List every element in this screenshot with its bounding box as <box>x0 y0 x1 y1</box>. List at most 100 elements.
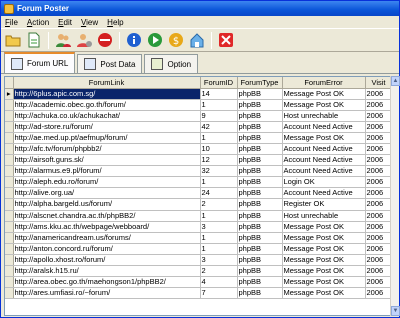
forum-type-cell[interactable]: phpBB <box>237 143 283 156</box>
dollar-icon[interactable]: $ <box>167 32 184 49</box>
visit-cell[interactable]: 2006 <box>365 121 391 133</box>
column-header-forumid[interactable]: ForumID <box>200 77 238 89</box>
visit-cell[interactable]: 2006 <box>365 243 391 255</box>
forum-error-cell[interactable]: Message Post OK <box>282 243 366 255</box>
forum-error-cell[interactable]: Host unrechable <box>282 210 366 222</box>
forum-id-cell[interactable]: 42 <box>200 121 238 133</box>
forum-error-cell[interactable]: Account Need Active <box>282 121 366 133</box>
visit-cell[interactable]: 2006 <box>365 210 391 222</box>
row-indicator[interactable] <box>5 221 14 233</box>
users-icon[interactable] <box>54 32 71 49</box>
table-row[interactable]: ▸ http://6plus.apic.com.sg/14 phpBB Message… <box>5 88 391 100</box>
forum-link-cell[interactable]: http://achuka.co.uk/achukachat/ <box>13 110 201 122</box>
visit-cell[interactable]: 2006 <box>365 276 391 289</box>
visit-cell[interactable]: 2006 <box>365 99 391 111</box>
forum-type-cell[interactable]: phpBB <box>237 110 283 122</box>
row-indicator[interactable] <box>5 276 14 289</box>
forum-error-cell[interactable]: Account Need Active <box>282 143 366 156</box>
forum-error-cell[interactable]: Message Post OK <box>282 254 366 267</box>
row-indicator[interactable] <box>5 254 14 267</box>
forum-type-cell[interactable]: phpBB <box>237 287 283 300</box>
row-indicator[interactable] <box>5 287 14 300</box>
forum-link-cell[interactable]: http://apollo.xhost.ro/forum/ <box>13 254 201 267</box>
forum-link-cell[interactable]: http://ad-store.ru/forum/ <box>13 121 201 133</box>
row-indicator[interactable] <box>5 99 14 111</box>
forum-id-cell[interactable]: 1 <box>200 232 238 244</box>
forum-error-cell[interactable]: Message Post OK <box>282 265 366 278</box>
tab-option[interactable]: Option <box>144 54 199 73</box>
visit-cell[interactable]: 2006 <box>365 165 391 178</box>
forum-link-cell[interactable]: http://area.obec.go.th/maehongson1/phpBB… <box>13 276 201 289</box>
play-icon[interactable] <box>146 32 163 49</box>
forum-id-cell[interactable]: 10 <box>200 143 238 156</box>
row-indicator[interactable] <box>5 154 14 167</box>
forum-link-cell[interactable]: http://anamericandream.us/forums/ <box>13 232 201 244</box>
row-indicator[interactable]: ▸ <box>5 88 14 100</box>
table-row[interactable]: http://alpha.bargeld.us/forum/2 phpBB Regi… <box>5 198 391 211</box>
forum-link-cell[interactable]: http://ams.kku.ac.th/webpage/webboard/ <box>13 221 201 233</box>
scroll-down-button[interactable]: ▼ <box>391 306 400 316</box>
forum-id-cell[interactable]: 9 <box>200 110 238 122</box>
visit-cell[interactable]: 2006 <box>365 198 391 211</box>
info-icon[interactable] <box>125 32 142 49</box>
table-row[interactable]: http://aleph.edu.ro/forum/1 phpBB Login OK… <box>5 176 391 189</box>
forum-link-cell[interactable]: http://ares.umfiasi.ro/~forum/ <box>13 287 201 300</box>
user-settings-icon[interactable] <box>75 32 92 49</box>
forum-type-cell[interactable]: phpBB <box>237 210 283 222</box>
visit-cell[interactable]: 2006 <box>365 88 391 100</box>
forum-type-cell[interactable]: phpBB <box>237 121 283 133</box>
forum-error-cell[interactable]: Message Post OK <box>282 88 366 100</box>
forum-link-cell[interactable]: http://afc.tv/forum/phpbb2/ <box>13 143 201 156</box>
forum-error-cell[interactable]: Host unrechable <box>282 110 366 122</box>
forum-id-cell[interactable]: 1 <box>200 210 238 222</box>
table-row[interactable]: http://aralsk.h15.ru/2 phpBB Message Post … <box>5 265 391 278</box>
forum-link-cell[interactable]: http://anton.concord.ru/forum/ <box>13 243 201 255</box>
forum-type-cell[interactable]: phpBB <box>237 154 283 167</box>
row-indicator[interactable] <box>5 143 14 156</box>
row-indicator[interactable] <box>5 176 14 189</box>
menu-view[interactable]: View <box>81 18 98 27</box>
visit-cell[interactable]: 2006 <box>365 265 391 278</box>
forum-id-cell[interactable]: 24 <box>200 187 238 200</box>
forum-id-cell[interactable]: 1 <box>200 176 238 189</box>
forum-type-cell[interactable]: phpBB <box>237 254 283 267</box>
visit-cell[interactable]: 2006 <box>365 176 391 189</box>
table-row[interactable]: http://anamericandream.us/forums/1 phpBB M… <box>5 232 391 244</box>
table-row[interactable]: http://area.obec.go.th/maehongson1/phpBB… <box>5 276 391 289</box>
forum-error-cell[interactable]: Login OK <box>282 176 366 189</box>
forum-type-cell[interactable]: phpBB <box>237 232 283 244</box>
visit-cell[interactable]: 2006 <box>365 110 391 122</box>
table-row[interactable]: http://alarmus.e9.pl/forum/32 phpBB Accoun… <box>5 165 391 178</box>
title-bar[interactable]: Forum Poster <box>1 1 399 16</box>
table-row[interactable]: http://alscnet.chandra.ac.th/phpBB2/1 php… <box>5 210 391 222</box>
forum-id-cell[interactable]: 1 <box>200 99 238 111</box>
forum-error-cell[interactable]: Account Need Active <box>282 187 366 200</box>
forum-link-cell[interactable]: http://airsoft.guns.sk/ <box>13 154 201 167</box>
forum-link-cell[interactable]: http://aralsk.h15.ru/ <box>13 265 201 278</box>
forum-link-cell[interactable]: http://academic.obec.go.th/forum/ <box>13 99 201 111</box>
forum-id-cell[interactable]: 7 <box>200 287 238 300</box>
forum-link-cell[interactable]: http://aleph.edu.ro/forum/ <box>13 176 201 189</box>
forum-type-cell[interactable]: phpBB <box>237 243 283 255</box>
forum-error-cell[interactable]: Message Post OK <box>282 232 366 244</box>
new-document-icon[interactable] <box>25 32 42 49</box>
vertical-scrollbar[interactable]: ▲ ▼ <box>390 76 400 316</box>
forum-id-cell[interactable]: 2 <box>200 198 238 211</box>
table-row[interactable]: http://ad-store.ru/forum/42 phpBB Account … <box>5 121 391 133</box>
visit-cell[interactable]: 2006 <box>365 132 391 144</box>
forum-link-cell[interactable]: http://alscnet.chandra.ac.th/phpBB2/ <box>13 210 201 222</box>
forum-error-cell[interactable]: Account Need Active <box>282 154 366 167</box>
close-icon[interactable] <box>217 32 234 49</box>
visit-cell[interactable]: 2006 <box>365 232 391 244</box>
forum-error-cell[interactable]: Message Post OK <box>282 99 366 111</box>
forum-type-cell[interactable]: phpBB <box>237 187 283 200</box>
forum-id-cell[interactable]: 1 <box>200 132 238 144</box>
forum-id-cell[interactable]: 4 <box>200 276 238 289</box>
forum-type-cell[interactable]: phpBB <box>237 276 283 289</box>
forum-link-cell[interactable]: http://alarmus.e9.pl/forum/ <box>13 165 201 178</box>
tab-post-data[interactable]: Post Data <box>77 54 143 73</box>
column-header-visit[interactable]: Visit <box>365 77 391 89</box>
table-row[interactable]: http://afc.tv/forum/phpbb2/10 phpBB Accoun… <box>5 143 391 156</box>
row-indicator[interactable] <box>5 265 14 278</box>
forum-id-cell[interactable]: 3 <box>200 254 238 267</box>
